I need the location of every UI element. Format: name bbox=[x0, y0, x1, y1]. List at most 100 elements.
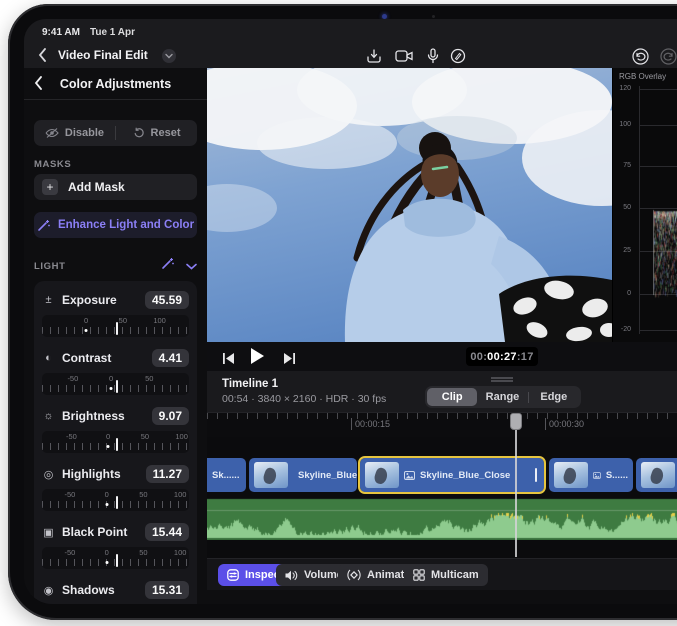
media-row: RGB Overlay 120 100 75 50 25 bbox=[207, 68, 677, 342]
brightness-value-box[interactable]: 9.07 bbox=[152, 407, 189, 425]
playhead-handle[interactable] bbox=[510, 413, 522, 430]
magic-wand-icon bbox=[37, 219, 50, 232]
ruler-label: 00:00:30 bbox=[545, 418, 584, 430]
ruler-ticks bbox=[207, 413, 677, 419]
enhance-light-color-button[interactable]: Enhance Light and Color bbox=[34, 212, 197, 238]
exposure-slider[interactable]: 0 50 100 bbox=[42, 315, 189, 337]
axis-tick: 120 bbox=[613, 85, 631, 92]
skip-forward-icon[interactable] bbox=[283, 351, 295, 369]
shadows-row: ◉ Shadows 15.31 -50 0 50 100 bbox=[42, 579, 189, 604]
add-mask-button[interactable]: + Add Mask bbox=[34, 174, 197, 200]
video-frame-image bbox=[207, 68, 612, 342]
trim-grip[interactable] bbox=[535, 468, 537, 482]
plus-icon: + bbox=[42, 179, 58, 195]
timeline-tracks: Sk...... Skyline_Blue_Wide Skyline_Blue_… bbox=[207, 437, 677, 558]
contrast-slider[interactable]: -50 0 50 bbox=[42, 373, 189, 395]
disable-reset-group: Disable Reset bbox=[34, 120, 197, 146]
axis-tick: 25 bbox=[613, 247, 631, 254]
contrast-row: ◐ Contrast 4.41 -50 0 50 bbox=[42, 347, 189, 395]
circle-dot-icon: ◎ bbox=[42, 468, 55, 481]
inspector-icon bbox=[227, 569, 239, 581]
highlights-value-box[interactable]: 11.27 bbox=[146, 465, 189, 483]
clip-skyline-blue-wide[interactable]: Skyline_Blue_Wide bbox=[249, 458, 357, 492]
target-icon: ◉ bbox=[42, 584, 55, 597]
axis-tick: 100 bbox=[613, 121, 631, 128]
clip-cropped[interactable] bbox=[636, 458, 677, 492]
clock-time: 9:41 AM bbox=[42, 27, 80, 38]
axis-tick: 0 bbox=[613, 290, 631, 297]
timeline-ruler[interactable]: 00:00:15 00:00:30 bbox=[207, 412, 677, 437]
brightness-row: ☼ Brightness 9.07 -50 0 50 100 bbox=[42, 405, 189, 453]
axis-tick: -20 bbox=[613, 326, 631, 333]
back-icon[interactable] bbox=[38, 48, 47, 62]
screen-footer bbox=[207, 590, 677, 604]
light-wand-icon[interactable] bbox=[161, 257, 174, 275]
reset-button[interactable]: Reset bbox=[116, 127, 197, 139]
disable-button[interactable]: Disable bbox=[34, 127, 115, 139]
pencil-tool-icon[interactable] bbox=[448, 46, 468, 66]
timecode-display[interactable]: 00:00:27:17 bbox=[466, 347, 538, 366]
slider-label: Highlights bbox=[62, 467, 139, 481]
slider-label: Black Point bbox=[62, 525, 138, 539]
slider-label: Contrast bbox=[62, 351, 145, 365]
shadows-value-box[interactable]: 15.31 bbox=[145, 581, 189, 599]
color-adjustments-panel: Color Adjustments Disable Reset bbox=[24, 68, 207, 604]
transport-bar: 00:00:27:17 bbox=[207, 342, 677, 371]
play-button[interactable] bbox=[250, 348, 264, 369]
photo-icon bbox=[593, 471, 601, 480]
half-circle-icon: ◐ bbox=[42, 352, 55, 364]
light-section-header: LIGHT bbox=[34, 257, 197, 275]
project-title[interactable]: Video Final Edit bbox=[58, 48, 148, 62]
exposure-value-box[interactable]: 45.59 bbox=[145, 291, 189, 309]
mode-clip[interactable]: Clip bbox=[427, 388, 477, 406]
reset-icon bbox=[133, 127, 145, 139]
ipad-device-frame: 9:41 AM Tue 1 Apr Video Final Edit bbox=[8, 4, 677, 620]
sensor-dot bbox=[432, 15, 435, 18]
camera-icon[interactable] bbox=[394, 46, 414, 66]
bottom-toolbar: Inspect Volume Animate Multicam bbox=[207, 558, 677, 590]
brightness-slider[interactable]: -50 0 50 100 bbox=[42, 431, 189, 453]
panel-header: Color Adjustments bbox=[24, 68, 207, 100]
sun-icon: ☼ bbox=[42, 410, 55, 422]
light-adjustments-card: ± Exposure 45.59 0 50 100 bbox=[34, 281, 197, 604]
contrast-value-box[interactable]: 4.41 bbox=[152, 349, 189, 367]
black-point-slider[interactable]: -50 0 50 100 bbox=[42, 547, 189, 569]
clip-thumbnail bbox=[641, 462, 675, 488]
clip-thumbnail bbox=[365, 462, 399, 488]
skip-back-icon[interactable] bbox=[223, 351, 235, 369]
axis-tick: 50 bbox=[613, 204, 631, 211]
app-screen: 9:41 AM Tue 1 Apr Video Final Edit bbox=[24, 19, 677, 604]
rgb-overlay-scope: RGB Overlay 120 100 75 50 25 bbox=[612, 68, 677, 342]
highlights-row: ◎ Highlights 11.27 -50 0 50 100 bbox=[42, 463, 189, 511]
redo-icon[interactable] bbox=[658, 46, 677, 66]
mode-range[interactable]: Range bbox=[477, 388, 527, 406]
playhead-line bbox=[515, 420, 517, 557]
clip-skyline-partial[interactable]: Sk...... bbox=[207, 458, 246, 492]
clip-s-partial[interactable]: S...... bbox=[549, 458, 633, 492]
timeline-drag-handle[interactable] bbox=[491, 377, 513, 382]
app-toolbar: Video Final Edit bbox=[24, 45, 677, 68]
scope-axis-line bbox=[639, 86, 640, 334]
multicam-button[interactable]: Multicam bbox=[404, 564, 488, 586]
undo-icon[interactable] bbox=[630, 46, 650, 66]
audio-clip-waveform[interactable] bbox=[207, 498, 677, 540]
highlights-slider[interactable]: -50 0 50 100 bbox=[42, 489, 189, 511]
black-point-row: ▣ Black Point 15.44 -50 0 50 100 bbox=[42, 521, 189, 569]
eye-slash-icon bbox=[45, 128, 59, 138]
collapse-chevron-icon[interactable] bbox=[186, 257, 197, 275]
video-preview[interactable] bbox=[207, 68, 612, 342]
mode-edge[interactable]: Edge bbox=[529, 388, 579, 406]
timeline-meta: 00:54 · 3840 × 2160 · HDR · 30 fps bbox=[222, 393, 386, 405]
clock-date: Tue 1 Apr bbox=[90, 27, 135, 38]
import-button[interactable] bbox=[364, 46, 384, 66]
microphone-icon[interactable] bbox=[423, 46, 443, 66]
axis-tick: 75 bbox=[613, 162, 631, 169]
project-menu-button[interactable] bbox=[162, 49, 176, 63]
keyframe-icon bbox=[347, 569, 361, 581]
panel-back-icon[interactable] bbox=[34, 76, 43, 95]
panel-title: Color Adjustments bbox=[60, 77, 171, 91]
black-point-value-box[interactable]: 15.44 bbox=[145, 523, 189, 541]
status-bar: 9:41 AM Tue 1 Apr bbox=[24, 19, 677, 45]
speaker-icon bbox=[285, 570, 298, 581]
plus-minus-icon: ± bbox=[42, 294, 55, 306]
